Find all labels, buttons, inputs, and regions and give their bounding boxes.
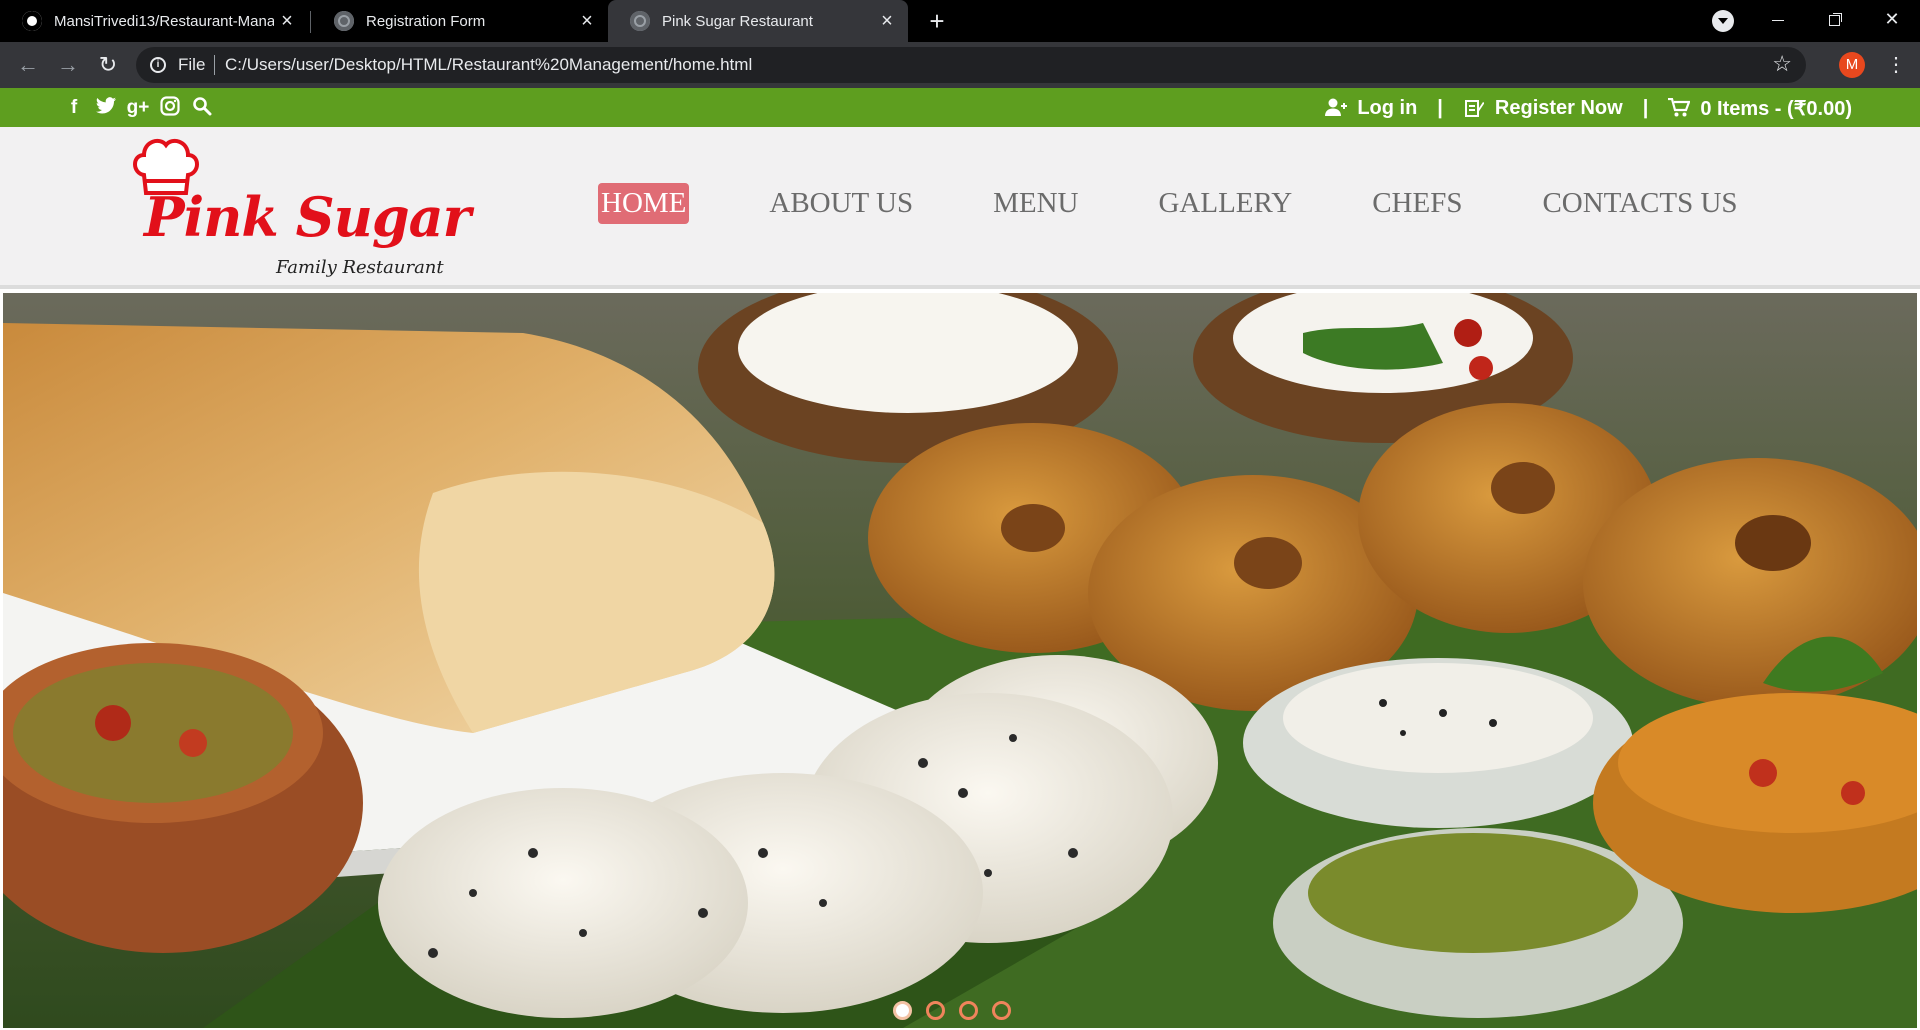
search-icon[interactable] — [190, 96, 214, 120]
site-logo[interactable]: Pink Sugar Family Restaurant — [128, 133, 471, 283]
tab-title: MansiTrivedi13/Restaurant-Mana — [54, 12, 274, 30]
tab-pink-sugar[interactable]: Pink Sugar Restaurant × — [608, 0, 908, 42]
site-header: Pink Sugar Family Restaurant HOME ABOUT … — [0, 127, 1920, 285]
social-links: f g+ — [62, 96, 214, 120]
separator: | — [1642, 97, 1649, 119]
cart-link[interactable]: 0 Items - (₹0.00) — [1700, 96, 1852, 121]
google-plus-icon[interactable]: g+ — [126, 96, 150, 120]
url-scheme: File — [178, 55, 206, 74]
tab-close-icon[interactable]: × — [576, 10, 598, 32]
tab-separator — [310, 11, 311, 33]
new-tab-button[interactable]: + — [922, 6, 952, 36]
slider-dots — [893, 1001, 1011, 1020]
facebook-icon[interactable]: f — [62, 96, 86, 120]
nav-about-us[interactable]: ABOUT US — [769, 187, 913, 220]
nav-home[interactable]: HOME — [598, 183, 690, 224]
nav-gallery[interactable]: GALLERY — [1158, 187, 1292, 220]
hero-slider[interactable] — [3, 293, 1917, 1028]
bookmark-star-icon[interactable]: ☆ — [1772, 51, 1792, 77]
main-nav: HOME ABOUT US MENU GALLERY CHEFS CONTACT… — [598, 183, 1818, 224]
close-window-button[interactable]: ✕ — [1866, 0, 1918, 38]
nav-contacts-us[interactable]: CONTACTS US — [1542, 187, 1737, 220]
nav-menu[interactable]: MENU — [993, 187, 1078, 220]
separator: | — [1437, 97, 1443, 119]
globe-icon — [630, 11, 650, 31]
slider-dot[interactable] — [992, 1001, 1011, 1020]
nav-chefs[interactable]: CHEFS — [1372, 187, 1462, 220]
logo-name: Pink Sugar — [144, 185, 471, 249]
user-add-icon — [1325, 98, 1348, 120]
cart-icon — [1668, 97, 1691, 120]
reload-icon[interactable]: ↻ — [92, 49, 124, 81]
restore-button[interactable] — [1808, 0, 1860, 38]
hero-food-image — [3, 293, 1917, 1028]
info-icon[interactable]: i — [150, 57, 166, 73]
browser-tab-bar: MansiTrivedi13/Restaurant-Mana × Registr… — [0, 0, 1920, 42]
address-bar[interactable]: i File C:/Users/user/Desktop/HTML/Restau… — [136, 47, 1806, 83]
tab-close-icon[interactable]: × — [876, 10, 898, 32]
edit-note-icon — [1463, 98, 1485, 120]
profile-avatar[interactable]: M — [1839, 52, 1865, 78]
top-bar: f g+ Log in | Register Now | 0 Items - (… — [0, 88, 1920, 127]
twitter-icon[interactable] — [94, 96, 118, 120]
tab-title: Registration Form — [366, 12, 486, 30]
tab-title: Pink Sugar Restaurant — [662, 12, 813, 30]
browser-menu-icon[interactable]: ⋮ — [1884, 50, 1908, 80]
login-link[interactable]: Log in — [1357, 97, 1417, 120]
tab-github[interactable]: MansiTrivedi13/Restaurant-Mana × — [0, 0, 308, 42]
url-text[interactable]: C:/Users/user/Desktop/HTML/Restaurant%20… — [225, 55, 752, 75]
globe-icon — [334, 11, 354, 31]
tab-close-icon[interactable]: × — [276, 10, 298, 32]
instagram-icon[interactable] — [158, 96, 182, 120]
web-page: f g+ Log in | Register Now | 0 Items - (… — [0, 88, 1920, 1030]
forward-arrow-icon[interactable]: → — [52, 49, 84, 81]
url-divider — [214, 55, 215, 75]
tab-search-icon[interactable] — [1712, 10, 1734, 32]
slider-dot[interactable] — [926, 1001, 945, 1020]
github-icon — [22, 11, 42, 31]
browser-toolbar: ← → ↻ i File C:/Users/user/Desktop/HTML/… — [0, 42, 1920, 88]
minimize-button[interactable] — [1752, 0, 1804, 38]
account-links: Log in | Register Now | 0 Items - (₹0.00… — [1325, 96, 1852, 121]
header-divider — [0, 285, 1920, 289]
slider-dot[interactable] — [893, 1001, 912, 1020]
logo-tagline: Family Restaurant — [276, 257, 444, 278]
tab-registration-form[interactable]: Registration Form × — [312, 0, 608, 42]
slider-dot[interactable] — [959, 1001, 978, 1020]
register-link[interactable]: Register Now — [1495, 97, 1623, 120]
back-arrow-icon[interactable]: ← — [12, 49, 44, 81]
